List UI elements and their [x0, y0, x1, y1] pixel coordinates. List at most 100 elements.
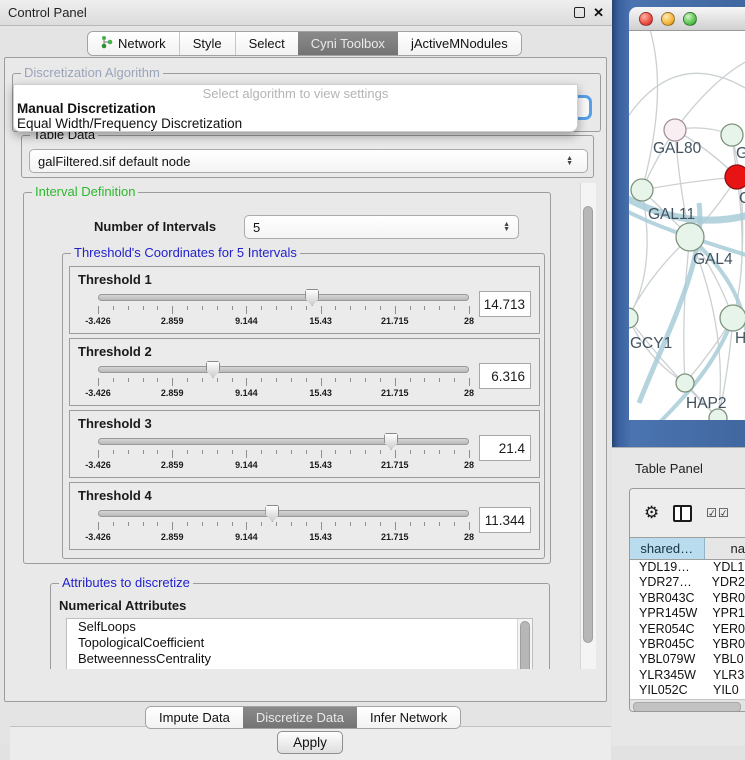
threshold-value-field[interactable]: 14.713 — [479, 291, 531, 317]
network-node — [721, 124, 743, 146]
threshold-slider[interactable]: -3.4262.8599.14415.4321.71528 — [98, 433, 469, 473]
table-row[interactable]: YBR043CYBR0 — [630, 591, 745, 606]
column-header-shared-name[interactable]: shared… — [630, 538, 705, 559]
slider-track[interactable] — [98, 294, 469, 301]
tick-mark — [365, 378, 366, 382]
table-row[interactable]: YDL19…YDL1 — [630, 560, 745, 575]
group-label: Interval Definition — [32, 185, 138, 199]
tick-label: 2.859 — [161, 460, 184, 470]
network-node-label: GAL4 — [693, 251, 733, 268]
tab-style[interactable]: Style — [179, 32, 235, 55]
column-header-name[interactable]: na — [705, 538, 745, 559]
close-traffic-light[interactable] — [639, 12, 653, 26]
panel-title: Control Panel — [8, 5, 87, 20]
threshold-value-field[interactable]: 21.4 — [479, 435, 531, 461]
float-window-icon[interactable] — [574, 7, 585, 18]
tick-mark — [217, 378, 218, 382]
slider-thumb[interactable] — [265, 505, 279, 522]
scrollbar-thumb[interactable] — [583, 206, 593, 643]
slider-thumb[interactable] — [305, 289, 319, 306]
tab-impute-data[interactable]: Impute Data — [146, 707, 243, 728]
algorithm-option-manual[interactable]: Manual Discretization — [16, 101, 575, 116]
numerical-attributes-list[interactable]: SelfLoopsTopologicalCoefficientBetweenne… — [66, 618, 533, 669]
tab-infer-network[interactable]: Infer Network — [357, 707, 460, 728]
slider-track[interactable] — [98, 510, 469, 517]
cell-shared-name: YER054C — [630, 622, 707, 637]
scrollbar-thumb[interactable] — [633, 702, 741, 712]
table-data-select[interactable]: galFiltered.sif default node ▲▼ — [29, 149, 588, 173]
table-row[interactable]: YPR145WYPR1 — [630, 606, 745, 621]
tick-mark — [128, 522, 129, 526]
tick-mark — [202, 522, 203, 526]
algorithm-option-equal-width[interactable]: Equal Width/Frequency Discretization — [16, 116, 575, 131]
slider-track[interactable] — [98, 366, 469, 373]
slider-track[interactable] — [98, 438, 469, 445]
tick-mark — [395, 378, 396, 386]
tick-mark — [291, 522, 292, 526]
threshold-value-field[interactable]: 6.316 — [479, 363, 531, 389]
thresholds-group: Threshold's Coordinates for 5 Intervals … — [62, 253, 545, 559]
tick-mark — [410, 378, 411, 382]
tick-mark — [143, 450, 144, 454]
list-item[interactable]: SelfLoops — [67, 619, 532, 635]
number-of-intervals-select[interactable]: 5 ▲▼ — [244, 215, 519, 239]
threshold-slider[interactable]: -3.4262.8599.14415.4321.71528 — [98, 289, 469, 329]
attributes-scrollbar[interactable] — [517, 619, 532, 669]
apply-button[interactable]: Apply — [277, 731, 343, 754]
table-row[interactable]: YIL052CYIL0 — [630, 683, 745, 698]
tick-label: 21.715 — [381, 388, 409, 398]
tick-mark — [187, 306, 188, 310]
tick-label: 9.144 — [235, 460, 258, 470]
network-edge — [642, 177, 737, 190]
minimize-traffic-light[interactable] — [661, 12, 675, 26]
select-columns-icon[interactable]: ☑☑ — [706, 506, 730, 520]
group-label: Threshold's Coordinates for 5 Intervals — [71, 246, 300, 260]
scrollbar-thumb[interactable] — [520, 621, 530, 669]
threshold-row: -3.4262.8599.14415.4321.71528 11.344 — [70, 503, 539, 545]
slider-thumb[interactable] — [206, 361, 220, 378]
tab-network[interactable]: Network — [88, 32, 179, 55]
threshold-slider[interactable]: -3.4262.8599.14415.4321.71528 — [98, 361, 469, 401]
threshold-value-field[interactable]: 11.344 — [479, 507, 531, 533]
tick-label: 28 — [464, 388, 474, 398]
table-row[interactable]: YBL079WYBL0 — [630, 652, 745, 667]
number-of-intervals-value: 5 — [253, 220, 260, 235]
gear-icon[interactable]: ⚙ — [644, 503, 659, 523]
tick-mark — [350, 306, 351, 310]
table-row[interactable]: YBR045CYBR0 — [630, 637, 745, 652]
tick-mark — [113, 522, 114, 526]
tab-label: Cyni Toolbox — [311, 36, 385, 51]
tick-mark — [335, 306, 336, 310]
tab-label: Select — [249, 36, 285, 51]
tab-cyni-toolbox[interactable]: Cyni Toolbox — [298, 32, 398, 55]
table-row[interactable]: YER054CYER0 — [630, 622, 745, 637]
slider-thumb[interactable] — [384, 433, 398, 450]
tick-mark — [454, 378, 455, 382]
table-horizontal-scrollbar[interactable] — [630, 699, 745, 712]
tick-mark — [113, 378, 114, 382]
tick-mark — [128, 450, 129, 454]
tick-mark — [98, 378, 99, 386]
list-item[interactable]: TopologicalCoefficient — [67, 635, 532, 651]
network-node-label: GAL11 — [648, 206, 695, 223]
tick-mark — [350, 378, 351, 382]
threshold-slider[interactable]: -3.4262.8599.14415.4321.71528 — [98, 505, 469, 545]
table-row[interactable]: YLR345WYLR3 — [630, 668, 745, 683]
tab-jactivemnodules[interactable]: jActiveMNodules — [398, 32, 521, 55]
close-icon[interactable]: ✕ — [593, 5, 604, 21]
zoom-traffic-light[interactable] — [683, 12, 697, 26]
tick-label: 2.859 — [161, 532, 184, 542]
cell-name: YLR3 — [708, 668, 745, 683]
cell-shared-name: YLR345W — [630, 668, 708, 683]
network-node — [631, 179, 653, 201]
network-canvas[interactable]: GAL80GAGAL11CGAL4GCY1HHAP2 — [629, 31, 745, 420]
settings-scrollbar[interactable] — [580, 183, 596, 669]
list-item[interactable]: BetweennessCentrality — [67, 651, 532, 667]
tick-mark — [232, 378, 233, 382]
table-rows[interactable]: YDL19…YDL1YDR27…YDR2YBR043CYBR0YPR145WYP… — [630, 560, 745, 699]
tab-select[interactable]: Select — [235, 32, 298, 55]
column-layout-icon[interactable] — [673, 505, 692, 522]
slider-ticks — [98, 522, 469, 530]
tab-discretize-data[interactable]: Discretize Data — [243, 707, 357, 728]
table-row[interactable]: YDR27…YDR2 — [630, 575, 745, 590]
